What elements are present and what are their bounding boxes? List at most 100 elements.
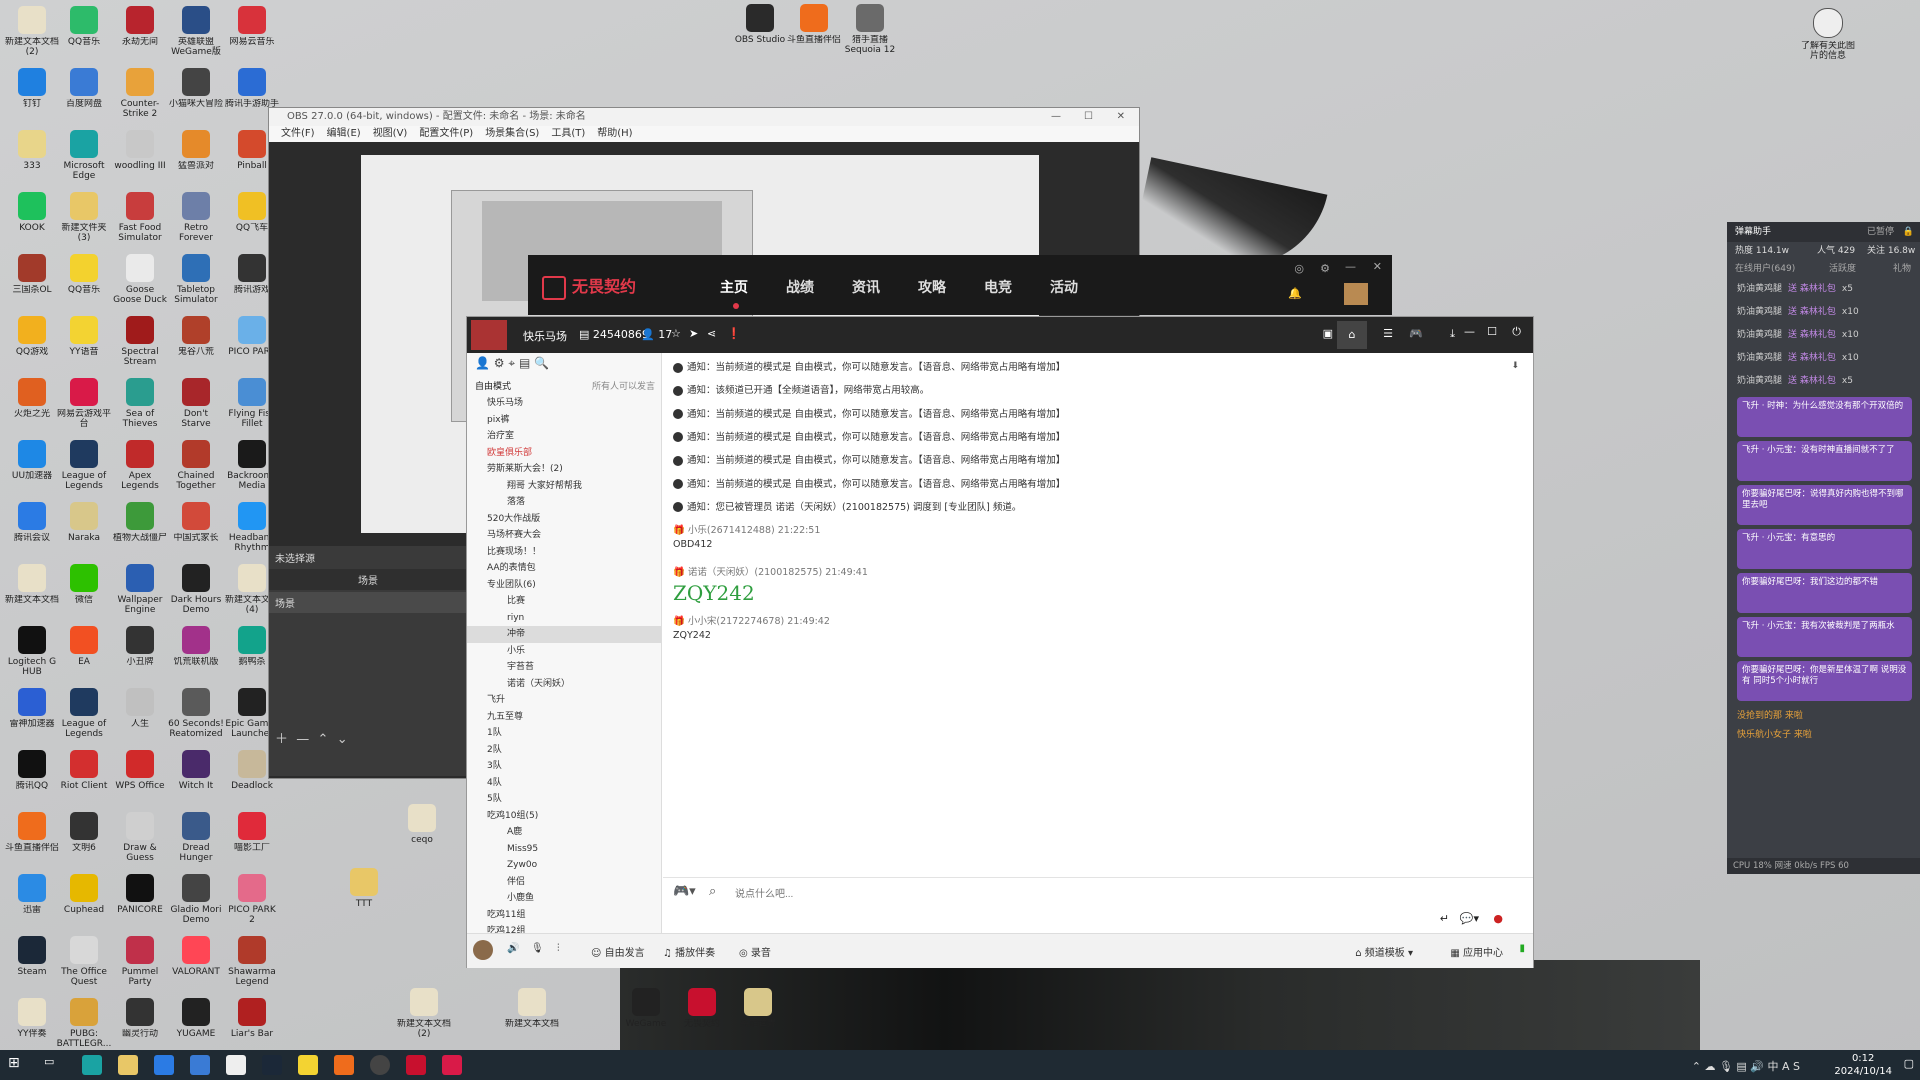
board-icon[interactable]: ▤ <box>519 356 530 370</box>
desktop-icon[interactable]: WPS Office <box>112 750 168 812</box>
desktop-icon[interactable]: 钉钉 <box>4 68 60 130</box>
home-icon[interactable]: ⌂ <box>1337 321 1367 349</box>
tab-guides[interactable]: 攻略 <box>918 277 946 297</box>
valorant-client-icon[interactable] <box>406 1055 426 1075</box>
scroll-down-icon[interactable]: ⬇ <box>1511 361 1519 371</box>
desktop-icon[interactable]: Pummel Party <box>112 936 168 998</box>
desktop-icon[interactable]: 猎手直播 Sequoia 12 <box>842 4 898 66</box>
desktop-icon[interactable]: 无畏契约 <box>674 988 730 1050</box>
chat-input[interactable] <box>733 884 1337 904</box>
system-tray[interactable]: ⌃ ☁ 🎙 ▤ 🔊 中 A S <box>1692 1058 1800 1074</box>
desktop-icon[interactable]: PICO PARK 2 <box>224 874 280 936</box>
desktop-icon[interactable]: 永劫无间 <box>112 6 168 68</box>
desktop-icon[interactable]: 腾讯会议 <box>4 502 60 564</box>
desktop-icon[interactable]: Counter-Strike 2 <box>112 68 168 130</box>
free-speak-button[interactable]: ☺ 自由发言 <box>591 944 645 959</box>
mixer-icon[interactable]: ⫶ <box>557 943 560 954</box>
desktop-icon[interactable]: The Office Quest <box>56 936 112 998</box>
desktop-icon[interactable]: QQ音乐 <box>56 6 112 68</box>
emoji-icon[interactable]: 🎮▾ <box>673 884 696 899</box>
desktop-icon[interactable]: 网易云音乐 <box>224 6 280 68</box>
desktop-icon[interactable]: EA <box>56 626 112 688</box>
desktop-icon[interactable]: Apex Legends <box>112 440 168 502</box>
mic-icon[interactable]: 🎙 <box>531 943 544 954</box>
desktop-icon[interactable]: Gladio Mori Demo <box>168 874 224 936</box>
channel-node[interactable]: pix裤 <box>467 412 661 429</box>
channel-member[interactable]: 宇苔苔 <box>467 659 661 676</box>
clock[interactable]: 0:12 2024/10/14 <box>1834 1052 1892 1078</box>
desktop-icon[interactable]: Sea of Thieves <box>112 378 168 440</box>
desktop-icon[interactable]: WeGame <box>618 988 674 1050</box>
channel-member[interactable]: 小乐 <box>467 643 661 660</box>
desktop-icon[interactable]: 斗鱼直播伴侣 <box>786 4 842 66</box>
play-music-button[interactable]: ♫ 播放伴奏 <box>663 944 715 959</box>
desktop-icon[interactable]: 喵影工厂 <box>224 812 280 874</box>
menu-item[interactable]: 编辑(E) <box>327 128 361 139</box>
desktop-icon[interactable]: Chained Together <box>168 440 224 502</box>
desktop-icon[interactable]: Spectral Stream <box>112 316 168 378</box>
desktop-icon[interactable]: woodling III <box>112 130 168 192</box>
channel-node[interactable]: 2队 <box>467 742 661 759</box>
obs-icon[interactable] <box>370 1055 390 1075</box>
desktop-icon[interactable]: League of Legends <box>56 440 112 502</box>
maximize-icon[interactable]: ☐ <box>1487 325 1497 338</box>
desktop-icon[interactable]: QQ音乐 <box>56 254 112 316</box>
download-icon[interactable]: ⤓ <box>1450 327 1455 341</box>
channel-member[interactable]: Miss95 <box>467 841 661 858</box>
star-icon[interactable]: ☆ <box>671 327 681 340</box>
share-icon[interactable]: ➤ <box>689 327 698 340</box>
desktop-icon[interactable]: 小丑牌 <box>112 626 168 688</box>
desktop-icon[interactable]: League of Legends <box>56 688 112 750</box>
down-icon[interactable]: ⌄ <box>337 732 348 747</box>
desktop-icon[interactable]: 植物大战僵尸 <box>112 502 168 564</box>
desktop-icon[interactable]: ceqo <box>394 804 450 866</box>
notification-icon[interactable]: ▢ <box>1904 1057 1914 1070</box>
desktop-icon[interactable]: 新建文件夹(3) <box>56 192 112 254</box>
minimize-icon[interactable]: — <box>1051 108 1061 126</box>
tab-stats[interactable]: 战绩 <box>786 277 814 297</box>
close-icon[interactable]: ✕ <box>1373 260 1382 273</box>
desktop-icon[interactable]: Dark Hours Demo <box>168 564 224 626</box>
channel-node[interactable]: 欧皇俱乐部 <box>467 445 661 462</box>
steam-icon[interactable] <box>262 1055 282 1075</box>
desktop-icon[interactable]: 文明6 <box>56 812 112 874</box>
menu-item[interactable]: 文件(F) <box>281 128 315 139</box>
video-icon[interactable]: ▣ <box>1323 327 1333 340</box>
tab-active[interactable]: 活跃度 <box>1829 260 1856 278</box>
yy-icon[interactable] <box>298 1055 318 1075</box>
channel-node[interactable]: 快乐马场 <box>467 395 661 412</box>
desktop-icon[interactable]: 人生 <box>112 688 168 750</box>
channel-node[interactable]: 1队 <box>467 725 661 742</box>
desktop-icon[interactable]: Naraka <box>56 502 112 564</box>
mic-record-icon[interactable]: ● <box>1493 912 1503 925</box>
desktop-icon[interactable]: Don't Starve Together <box>168 378 224 440</box>
settings-icon[interactable]: ⚙ <box>494 356 505 370</box>
menu-item[interactable]: 场景集合(S) <box>485 128 539 139</box>
channel-node[interactable]: 劳斯莱斯大会！(2) <box>467 461 661 478</box>
gear-icon[interactable]: ⚙ <box>1320 262 1330 275</box>
channel-member[interactable]: A鹿 <box>467 824 661 841</box>
app-icon[interactable] <box>442 1055 462 1075</box>
desktop-icon[interactable]: 英雄世界 <box>730 988 786 1050</box>
desktop-icon[interactable]: 迅雷 <box>4 874 60 936</box>
desktop-icon[interactable]: 百度网盘 <box>56 68 112 130</box>
desktop-icon[interactable]: Draw & Guess <box>112 812 168 874</box>
desktop-icon[interactable]: 猛兽派对 <box>168 130 224 192</box>
tab-events[interactable]: 活动 <box>1050 277 1078 297</box>
channel-node[interactable]: 治疗室 <box>467 428 661 445</box>
channel-member[interactable]: 诺诺（天闲妖） <box>467 676 661 693</box>
location-icon[interactable]: ⌖ <box>508 356 515 370</box>
channel-node[interactable]: 马场杯赛大会 <box>467 527 661 544</box>
desktop-icon[interactable]: VALORANT <box>168 936 224 998</box>
up-icon[interactable]: ⌃ <box>318 732 329 747</box>
close-icon[interactable]: ✕ <box>1117 108 1125 126</box>
record-button[interactable]: ◎ 录音 <box>739 944 771 959</box>
edge-icon[interactable] <box>82 1055 102 1075</box>
desktop-icon[interactable]: Retro Forever <box>168 192 224 254</box>
desktop-icon-about-image[interactable]: 了解有关此图片的信息 <box>1800 8 1856 70</box>
douyu-icon[interactable] <box>334 1055 354 1075</box>
desktop-icon[interactable]: 火炬之光 <box>4 378 60 440</box>
channel-member[interactable]: riyn <box>467 610 661 627</box>
desktop-icon[interactable]: OBS Studio <box>732 4 788 66</box>
user-icon[interactable]: 👤 <box>475 356 490 370</box>
